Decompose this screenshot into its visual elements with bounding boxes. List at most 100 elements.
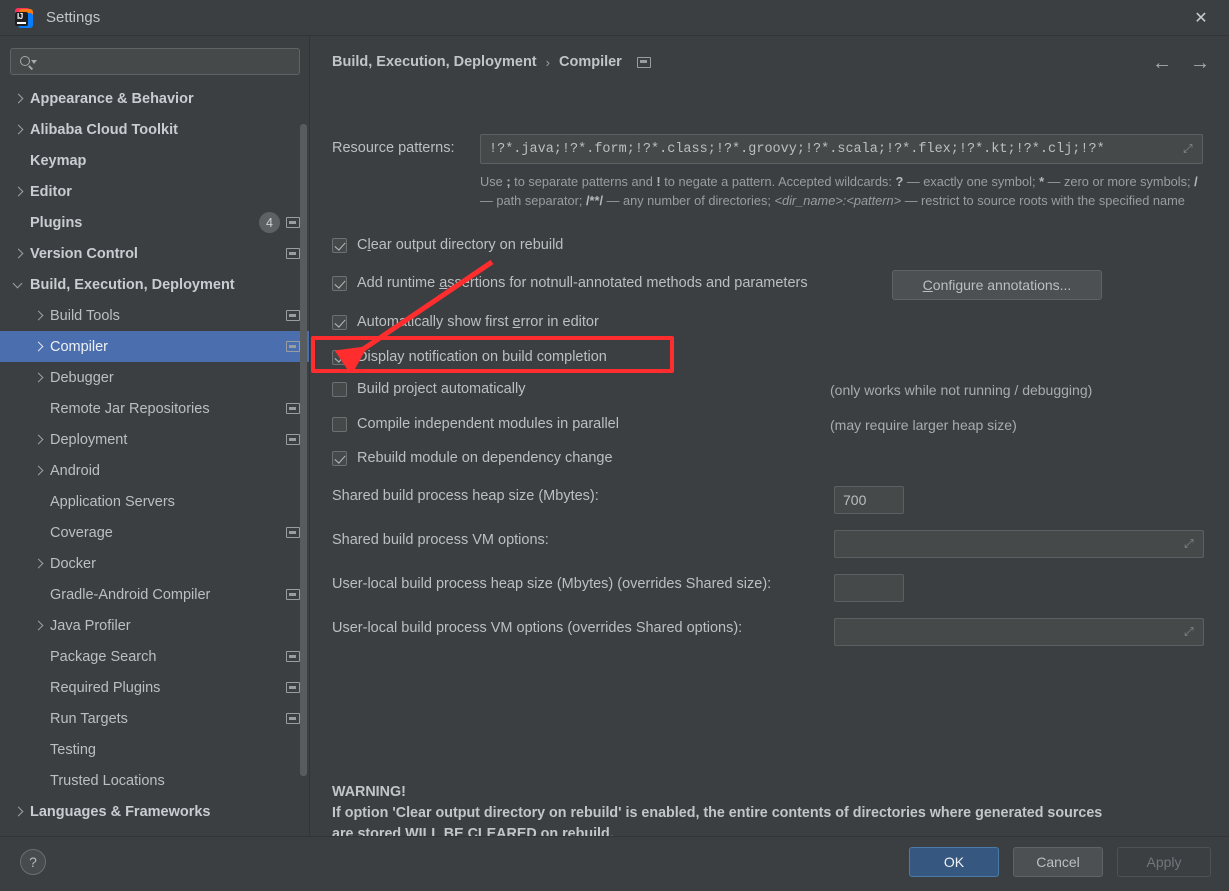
checkbox-build-project-automatically[interactable]: Build project automatically	[332, 381, 525, 397]
sidebar-item-build-tools[interactable]: Build Tools	[0, 300, 310, 331]
checkbox-checked-icon[interactable]	[332, 450, 347, 466]
field-input[interactable]	[834, 574, 904, 602]
sidebar-item-version-control[interactable]: Version Control	[0, 238, 310, 269]
ok-button[interactable]: OK	[909, 847, 999, 877]
checkbox-checked-icon[interactable]	[332, 349, 347, 365]
resource-patterns-value: !?*.java;!?*.form;!?*.class;!?*.groovy;!…	[489, 141, 1105, 157]
sidebar-item-appearance-behavior[interactable]: Appearance & Behavior	[0, 83, 310, 114]
plugin-update-badge: 4	[259, 212, 280, 233]
checkbox-checked-icon[interactable]	[332, 314, 347, 330]
chevron-right-icon[interactable]	[12, 185, 26, 199]
sidebar-item-trusted-locations[interactable]: Trusted Locations	[0, 765, 310, 796]
chevron-right-icon[interactable]	[32, 371, 46, 385]
expand-field-icon[interactable]: ⤢	[1184, 537, 1197, 551]
sidebar-item-alibaba-cloud-toolkit[interactable]: Alibaba Cloud Toolkit	[0, 114, 310, 145]
sidebar-item-build-execution-deployment[interactable]: Build, Execution, Deployment	[0, 269, 310, 300]
forward-icon[interactable]: →	[1189, 52, 1211, 74]
sidebar-item-run-targets[interactable]: Run Targets	[0, 703, 310, 734]
search-input[interactable]	[37, 54, 299, 69]
close-icon[interactable]: ✕	[1181, 4, 1221, 32]
warning-heading: WARNING!	[332, 784, 406, 800]
checkbox-label: Add runtime assertions for notnull-annot…	[357, 275, 808, 291]
checkbox-checked-icon[interactable]	[332, 275, 347, 291]
chevron-right-icon[interactable]	[12, 805, 26, 819]
sidebar-item-label: Compiler	[50, 338, 109, 355]
project-scope-icon	[286, 527, 300, 538]
project-scope-icon	[286, 434, 300, 445]
chevron-right-icon[interactable]	[12, 123, 26, 137]
sidebar-item-compiler[interactable]: Compiler	[0, 331, 310, 362]
sidebar-item-package-search[interactable]: Package Search	[0, 641, 310, 672]
chevron-right-icon[interactable]	[32, 433, 46, 447]
warning-line-1: If option 'Clear output directory on reb…	[332, 805, 1103, 821]
checkbox-label: Rebuild module on dependency change	[357, 450, 613, 466]
sidebar-scrollbar[interactable]	[300, 124, 307, 776]
sidebar-item-docker[interactable]: Docker	[0, 548, 310, 579]
sidebar-item-label: Version Control	[30, 245, 138, 262]
configure-annotations-label: Configure annotations...	[922, 277, 1072, 293]
sidebar-item-label: Application Servers	[50, 493, 175, 510]
sidebar-item-label: Plugins	[30, 214, 83, 231]
sidebar-item-application-servers[interactable]: Application Servers	[0, 486, 310, 517]
checkbox-side-note: (only works while not running / debuggin…	[830, 382, 1093, 398]
chevron-right-icon[interactable]	[32, 340, 46, 354]
field-input[interactable]: ⤢	[834, 618, 1204, 646]
search-box[interactable]	[10, 48, 300, 75]
checkbox-checked-icon[interactable]	[332, 237, 347, 253]
warning-line-2: are stored WILL BE CLEARED on rebuild.	[332, 826, 614, 836]
sidebar-item-remote-jar-repositories[interactable]: Remote Jar Repositories	[0, 393, 310, 424]
help-button[interactable]: ?	[20, 849, 46, 875]
sidebar-item-gradle-android-compiler[interactable]: Gradle-Android Compiler	[0, 579, 310, 610]
breadcrumb-parent[interactable]: Build, Execution, Deployment	[332, 54, 537, 70]
checkbox-unchecked-icon[interactable]	[332, 381, 347, 397]
checkbox-display-notification-on-build-completion[interactable]: Display notification on build completion	[332, 349, 607, 365]
sidebar-item-label: Coverage	[50, 524, 113, 541]
project-scope-icon	[286, 217, 300, 228]
chevron-right-icon[interactable]	[32, 619, 46, 633]
sidebar-item-languages-frameworks[interactable]: Languages & Frameworks	[0, 796, 310, 827]
sidebar-item-plugins[interactable]: Plugins 4	[0, 207, 310, 238]
help-seg: to negate a pattern. Accepted wildcards:	[660, 174, 896, 189]
checkbox-add-runtime-assertions-for-notnull-annotated-methods-and-parameters[interactable]: Add runtime assertions for notnull-annot…	[332, 275, 808, 291]
warning-block: WARNING! If option 'Clear output directo…	[332, 782, 1212, 836]
sidebar-item-android[interactable]: Android	[0, 455, 310, 486]
sidebar-item-required-plugins[interactable]: Required Plugins	[0, 672, 310, 703]
field-input[interactable]: 700	[834, 486, 904, 514]
checkbox-unchecked-icon[interactable]	[332, 416, 347, 432]
sidebar-item-label: Gradle-Android Compiler	[50, 586, 211, 603]
sidebar-item-label: Keymap	[30, 152, 87, 169]
resource-patterns-label: Resource patterns:	[332, 140, 455, 156]
sidebar-item-testing[interactable]: Testing	[0, 734, 310, 765]
apply-button[interactable]: Apply	[1117, 847, 1211, 877]
sidebar-item-label: Deployment	[50, 431, 128, 448]
help-seg: <dir_name>:<pattern>	[774, 193, 902, 208]
expand-field-icon[interactable]: ⤢	[1184, 625, 1197, 639]
sidebar-item-editor[interactable]: Editor	[0, 176, 310, 207]
checkbox-automatically-show-first-error-in-editor[interactable]: Automatically show first error in editor	[332, 314, 599, 330]
sidebar-item-debugger[interactable]: Debugger	[0, 362, 310, 393]
back-icon[interactable]: ←	[1151, 52, 1173, 74]
chevron-right-icon[interactable]	[32, 557, 46, 571]
field-input[interactable]: ⤢	[834, 530, 1204, 558]
configure-annotations-button[interactable]: Configure annotations...	[892, 270, 1102, 300]
help-seg: Use	[480, 174, 507, 189]
checkbox-label: Clear output directory on rebuild	[357, 237, 564, 253]
checkbox-compile-independent-modules-in-parallel[interactable]: Compile independent modules in parallel	[332, 416, 619, 432]
chevron-right-icon[interactable]	[12, 247, 26, 261]
sidebar-item-java-profiler[interactable]: Java Profiler	[0, 610, 310, 641]
checkbox-rebuild-module-on-dependency-change[interactable]: Rebuild module on dependency change	[332, 450, 613, 466]
expand-field-icon[interactable]: ⤢	[1183, 142, 1196, 156]
chevron-down-icon[interactable]	[12, 278, 26, 292]
resource-patterns-help: Use ; to separate patterns and ! to nega…	[480, 172, 1200, 210]
sidebar-item-deployment[interactable]: Deployment	[0, 424, 310, 455]
sidebar-item-keymap[interactable]: Keymap	[0, 145, 310, 176]
resource-patterns-input[interactable]: !?*.java;!?*.form;!?*.class;!?*.groovy;!…	[480, 134, 1203, 164]
chevron-right-icon[interactable]	[32, 309, 46, 323]
checkbox-clear-output-directory-on-rebuild[interactable]: Clear output directory on rebuild	[332, 237, 563, 253]
field-label: Shared build process heap size (Mbytes):	[332, 488, 599, 504]
project-scope-icon	[636, 56, 651, 68]
chevron-right-icon[interactable]	[32, 464, 46, 478]
chevron-right-icon[interactable]	[12, 92, 26, 106]
cancel-button[interactable]: Cancel	[1013, 847, 1103, 877]
sidebar-item-coverage[interactable]: Coverage	[0, 517, 310, 548]
